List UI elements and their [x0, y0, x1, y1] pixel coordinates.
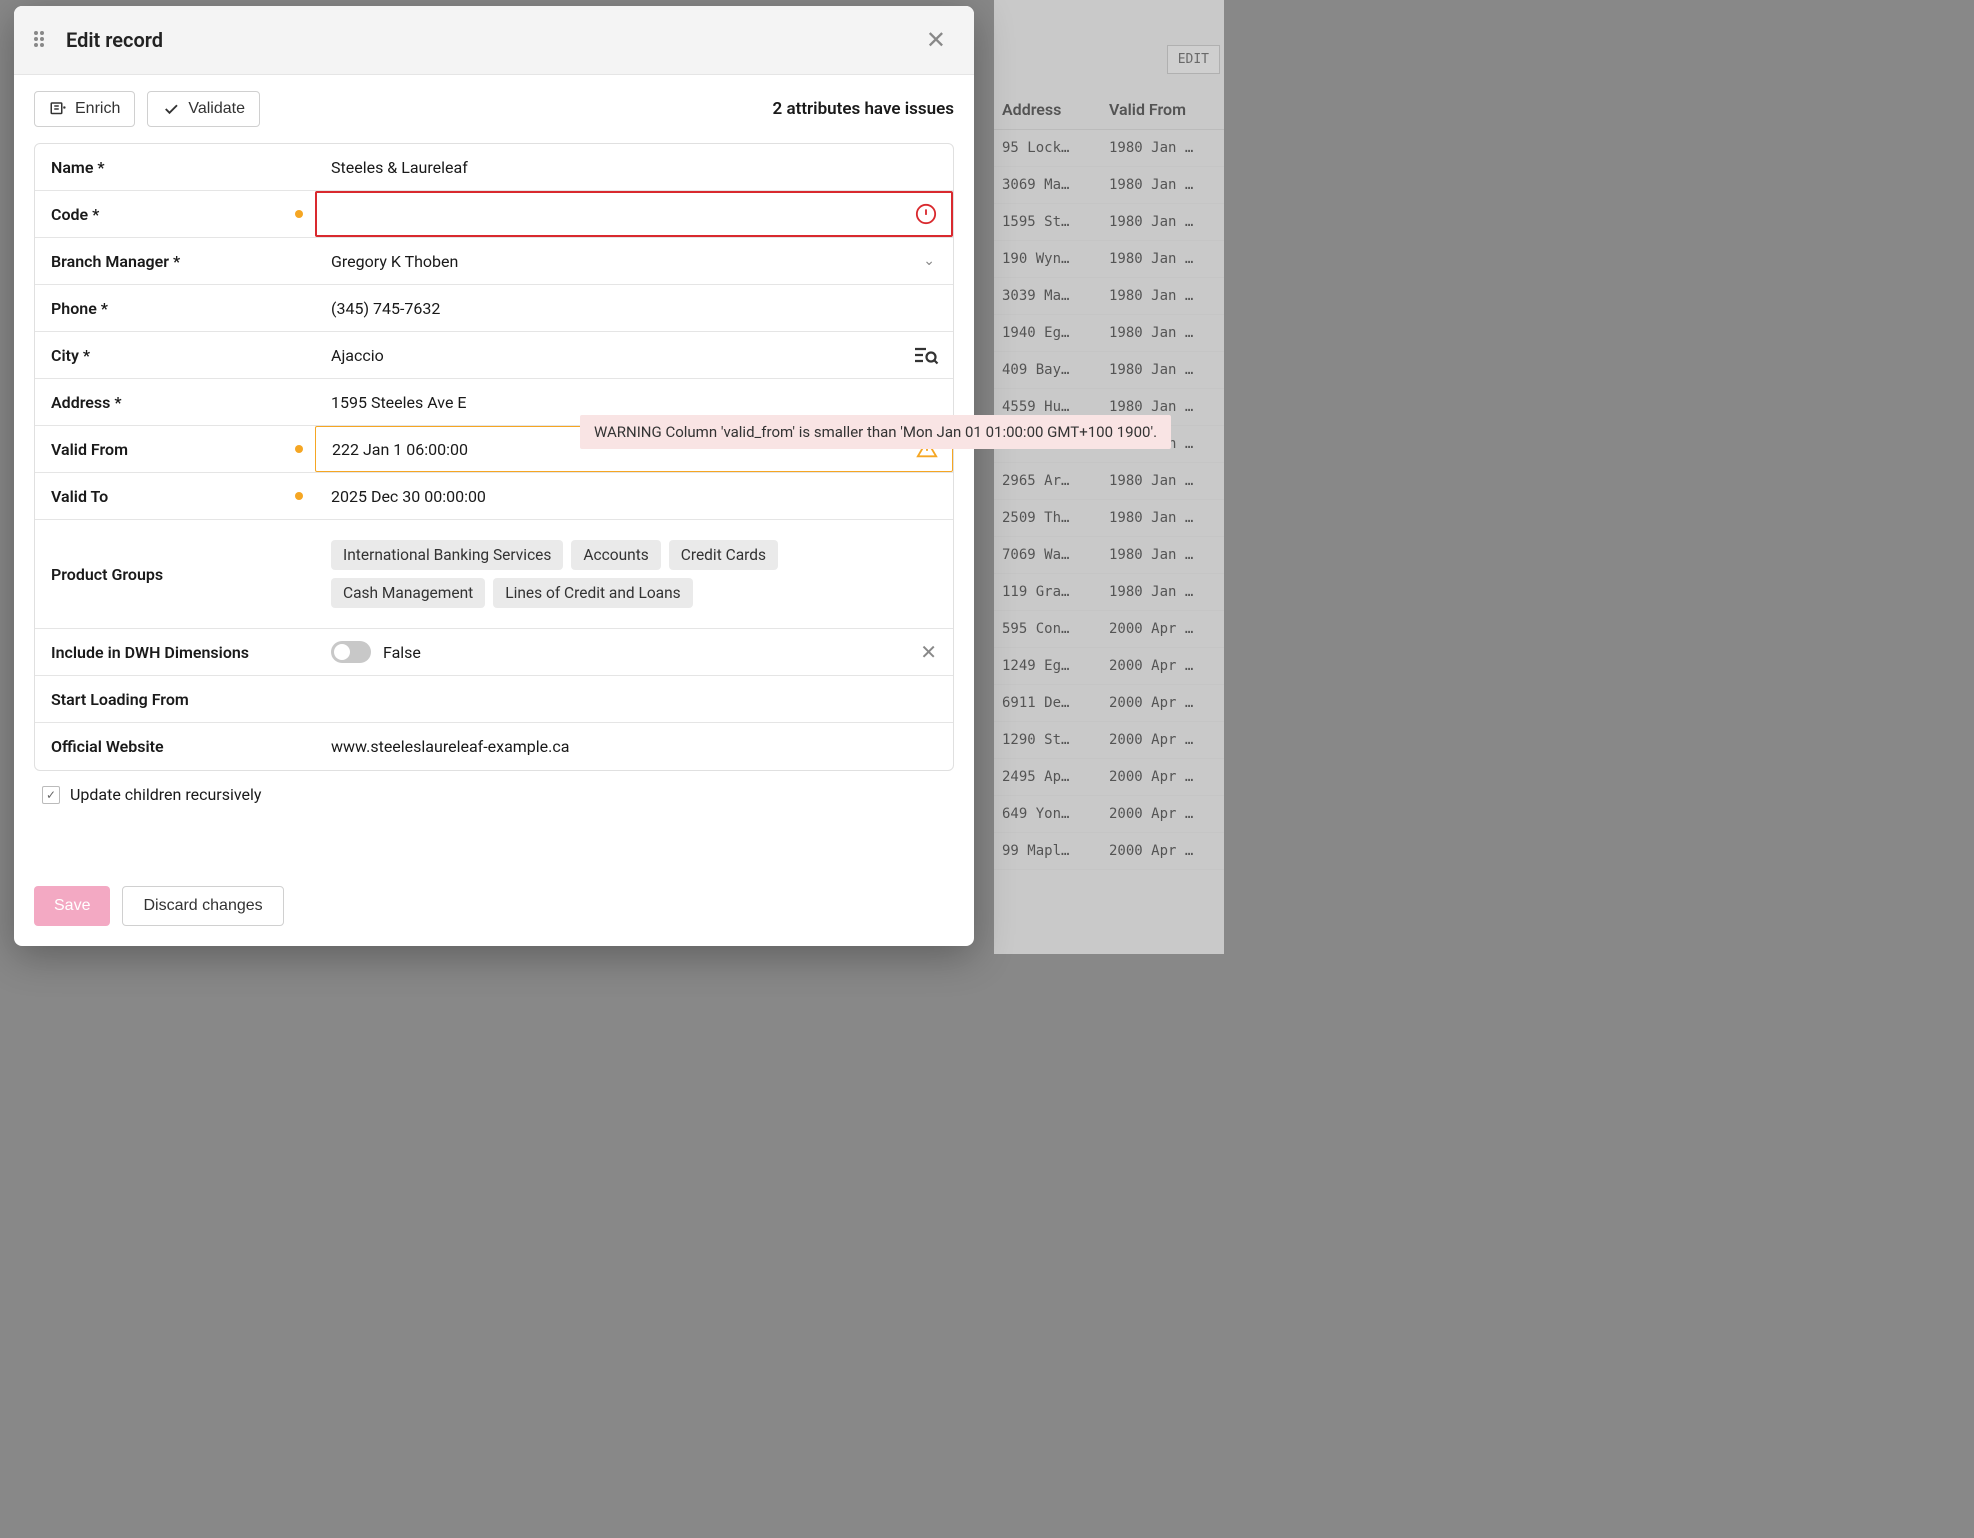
city-field[interactable]: Ajaccio	[315, 332, 953, 378]
table-row[interactable]: 2495 Ap…2000 Apr …	[994, 759, 1224, 796]
product-groups-label: Product Groups	[35, 520, 315, 628]
modified-dot-icon	[295, 210, 303, 218]
modal-header: Edit record ✕	[14, 6, 974, 75]
official-website-label: Official Website	[35, 723, 315, 770]
enrich-label: Enrich	[75, 100, 120, 118]
table-row[interactable]: 3039 Ma…1980 Jan …	[994, 278, 1224, 315]
modal-footer: Save Discard changes	[14, 872, 974, 946]
start-loading-field[interactable]	[315, 676, 953, 722]
check-icon	[162, 100, 180, 118]
table-row[interactable]: 95 Lock…1980 Jan …	[994, 130, 1224, 167]
modified-dot-icon	[295, 445, 303, 453]
chevron-down-icon: ⌄	[923, 253, 935, 269]
column-header-valid-from[interactable]: Valid From	[1097, 100, 1207, 119]
lookup-icon[interactable]	[913, 345, 939, 365]
phone-label: Phone *	[35, 285, 315, 331]
column-header-address[interactable]: Address	[1002, 100, 1097, 119]
table-row[interactable]: 2509 Th…1980 Jan …	[994, 500, 1224, 537]
table-row[interactable]: 119 Gra…1980 Jan …	[994, 574, 1224, 611]
checkbox-icon[interactable]: ✓	[42, 786, 60, 804]
code-label: Code *	[35, 191, 315, 237]
enrich-button[interactable]: Enrich	[34, 91, 135, 127]
include-dwh-field[interactable]: False ✕	[315, 629, 953, 675]
edit-button[interactable]: EDIT	[1167, 45, 1220, 74]
checkbox-label: Update children recursively	[70, 785, 261, 804]
table-row[interactable]: 3069 Ma…1980 Jan …	[994, 167, 1224, 204]
edit-record-modal: Edit record ✕ Enrich Validate 2 attribut…	[14, 6, 974, 946]
table-row[interactable]: 1290 St…2000 Apr …	[994, 722, 1224, 759]
form-table: Name * Steeles & Laureleaf Code * Branch…	[34, 143, 954, 771]
table-row[interactable]: 2965 Ar…1980 Jan …	[994, 463, 1224, 500]
table-row[interactable]: 1940 Eg…1980 Jan …	[994, 315, 1224, 352]
discard-button[interactable]: Discard changes	[122, 886, 283, 926]
table-row[interactable]: 190 Wyn…1980 Jan …	[994, 241, 1224, 278]
clear-icon[interactable]: ✕	[920, 640, 937, 664]
error-icon	[915, 203, 937, 225]
city-label: City *	[35, 332, 315, 378]
branch-manager-label: Branch Manager *	[35, 238, 315, 284]
table-row[interactable]: 6911 De…2000 Apr …	[994, 685, 1224, 722]
valid-from-label: Valid From	[35, 426, 315, 472]
table-row[interactable]: 409 Bay…1980 Jan …	[994, 352, 1224, 389]
product-groups-field[interactable]: International Banking Services Accounts Cr…	[315, 520, 953, 628]
phone-field[interactable]: (345) 745-7632	[315, 285, 953, 331]
enrich-icon	[49, 100, 67, 118]
table-row[interactable]: 1249 Eg…2000 Apr …	[994, 648, 1224, 685]
branch-manager-field[interactable]: Gregory K Thoben ⌄	[315, 238, 953, 284]
address-label: Address *	[35, 379, 315, 425]
background-data-table: EDIT Address Valid From 95 Lock…1980 Jan…	[994, 0, 1224, 954]
toggle-switch[interactable]	[331, 641, 371, 663]
include-dwh-label: Include in DWH Dimensions	[35, 629, 315, 675]
table-row[interactable]: 595 Con…2000 Apr …	[994, 611, 1224, 648]
valid-to-label: Valid To	[35, 473, 315, 519]
tag[interactable]: Accounts	[571, 540, 660, 570]
modified-dot-icon	[295, 492, 303, 500]
update-children-checkbox-row[interactable]: ✓ Update children recursively	[34, 771, 954, 818]
drag-handle-icon[interactable]	[34, 31, 52, 49]
modal-title: Edit record	[66, 28, 918, 52]
name-label: Name *	[35, 144, 315, 190]
table-row[interactable]: 7069 Wa…1980 Jan …	[994, 537, 1224, 574]
modal-toolbar: Enrich Validate 2 attributes have issues	[14, 75, 974, 135]
warning-tooltip: WARNING Column 'valid_from' is smaller t…	[580, 415, 1171, 449]
validate-label: Validate	[188, 100, 245, 118]
name-field[interactable]: Steeles & Laureleaf	[315, 144, 953, 190]
valid-to-field[interactable]: 2025 Dec 30 00:00:00	[315, 473, 953, 519]
validate-button[interactable]: Validate	[147, 91, 260, 127]
start-loading-label: Start Loading From	[35, 676, 315, 722]
toggle-value: False	[383, 643, 421, 662]
close-icon[interactable]: ✕	[918, 22, 954, 58]
save-button[interactable]: Save	[34, 886, 110, 926]
table-row[interactable]: 1595 St…1980 Jan …	[994, 204, 1224, 241]
table-row[interactable]: 649 Yon…2000 Apr …	[994, 796, 1224, 833]
tag[interactable]: Cash Management	[331, 578, 485, 608]
table-row[interactable]: 99 Mapl…2000 Apr …	[994, 833, 1224, 870]
code-field[interactable]	[315, 191, 953, 237]
issues-summary: 2 attributes have issues	[773, 99, 954, 119]
official-website-field[interactable]: www.steeleslaureleaf-example.ca	[315, 723, 953, 770]
tag[interactable]: Lines of Credit and Loans	[493, 578, 692, 608]
tag[interactable]: International Banking Services	[331, 540, 563, 570]
tag[interactable]: Credit Cards	[669, 540, 778, 570]
